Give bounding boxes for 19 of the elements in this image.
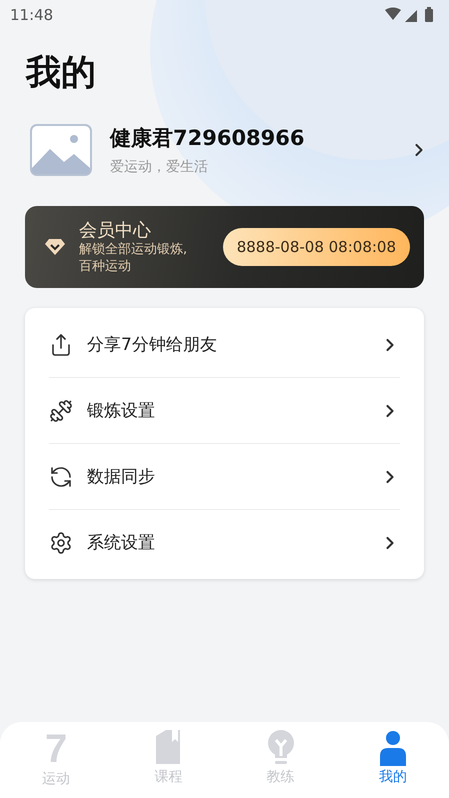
membership-description: 解锁全部运动锻炼,百种运动 — [79, 242, 188, 276]
diamond-icon — [45, 239, 65, 255]
share-icon — [49, 332, 73, 356]
menu-item[interactable]: 锻炼设置 — [87, 399, 366, 422]
user-motto: 爱运动，爱生活 — [110, 158, 209, 176]
sync-icon — [49, 464, 73, 488]
page-title: 我的 — [26, 52, 97, 94]
status-time: 11:48 — [10, 6, 54, 24]
menu-item[interactable]: 分享7分钟给朋友 — [87, 333, 366, 356]
menu-item[interactable]: 系统设置 — [87, 531, 366, 554]
nav-tab[interactable]: 我的 — [378, 768, 407, 786]
menu-item[interactable]: 数据同步 — [87, 465, 366, 488]
membership-expiry[interactable]: 8888-08-08 08:08:08 — [222, 228, 410, 266]
user-name: 健康君729608966 — [110, 125, 306, 152]
dumbbell-icon — [49, 398, 73, 422]
avatar-placeholder-icon — [30, 124, 92, 176]
membership-title: 会员中心 — [79, 219, 152, 242]
membership-card[interactable]: 会员中心 解锁全部运动锻炼,百种运动 8888-08-08 08:08:08 — [25, 206, 424, 288]
settings-icon — [49, 530, 73, 554]
